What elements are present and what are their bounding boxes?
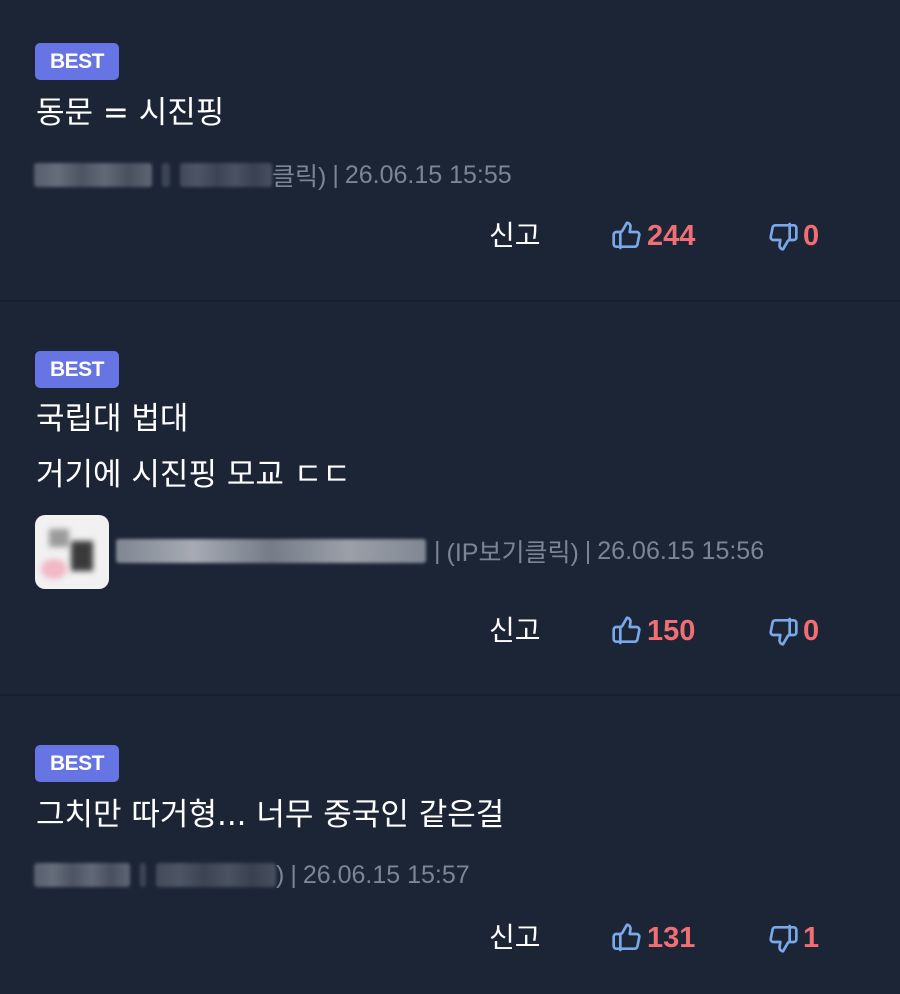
comment-meta: ) | 26.06.15 15:57 [34, 860, 470, 890]
timestamp: 26.06.15 15:56 [597, 536, 765, 565]
comment-meta: 클릭) | 26.06.15 15:55 [34, 157, 512, 193]
best-badge: BEST [35, 745, 119, 782]
blur-separator [162, 163, 170, 187]
author-nickname-blurred[interactable] [34, 863, 130, 887]
downvote-count: 1 [803, 921, 820, 954]
thumbs-up-icon [612, 221, 641, 250]
comment-actions: 신고 131 1 [0, 918, 900, 958]
upvote-count: 131 [647, 921, 696, 954]
ip-blurred[interactable] [180, 163, 272, 187]
upvote-count: 150 [647, 614, 696, 647]
comment-actions: 신고 150 0 [0, 611, 900, 651]
report-button[interactable]: 신고 [489, 611, 541, 651]
meta-separator: | [434, 536, 441, 565]
comment-item: BEST 동문 = 시진핑 클릭) | 26.06.15 15:55 신고 24… [0, 0, 900, 300]
comment-item: BEST 국립대 법대 거기에 시진핑 모교 ㄷㄷ | (IP보기클릭) | 2… [0, 302, 900, 694]
upvote-button[interactable]: 150 [611, 611, 695, 651]
thumbs-down-icon [769, 617, 798, 646]
comment-text-line: 국립대 법대 [36, 401, 189, 437]
thumbs-up-icon [612, 616, 641, 645]
report-button[interactable]: 신고 [489, 918, 541, 958]
upvote-button[interactable]: 244 [611, 216, 695, 256]
avatar[interactable] [35, 515, 109, 589]
thumbs-down-icon [769, 222, 798, 251]
downvote-count: 0 [803, 614, 820, 647]
downvote-button[interactable]: 1 [767, 918, 819, 958]
best-badge: BEST [35, 43, 119, 80]
meta-separator: | [290, 860, 297, 889]
timestamp: 26.06.15 15:57 [302, 860, 470, 889]
author-nickname-blurred[interactable] [116, 539, 426, 563]
downvote-button[interactable]: 0 [767, 216, 819, 256]
comment-meta: | (IP보기클릭) | 26.06.15 15:56 [116, 533, 765, 569]
best-badge: BEST [35, 351, 119, 388]
ip-partial-text[interactable]: ) [276, 861, 284, 890]
downvote-button[interactable]: 0 [767, 611, 819, 651]
comment-item: BEST 그치만 따거형... 너무 중국인 같은걸 ) | 26.06.15 … [0, 696, 900, 994]
timestamp: 26.06.15 15:55 [344, 160, 512, 189]
upvote-count: 244 [647, 219, 696, 252]
thumbs-up-icon [612, 923, 641, 952]
ip-partial-text[interactable]: 클릭) [272, 157, 326, 193]
blur-separator [140, 863, 146, 887]
ip-blurred[interactable] [156, 863, 276, 887]
thumbs-down-icon [769, 924, 798, 953]
report-button[interactable]: 신고 [489, 216, 541, 256]
upvote-button[interactable]: 131 [611, 918, 695, 958]
comment-text-line: 거기에 시진핑 모교 ㄷㄷ [36, 457, 351, 493]
downvote-count: 0 [803, 219, 820, 252]
comment-actions: 신고 244 0 [0, 216, 900, 256]
author-nickname-blurred[interactable] [34, 163, 152, 187]
meta-separator: | [584, 536, 592, 565]
comment-text-line: 동문 = 시진핑 [36, 95, 225, 131]
ip-view-link[interactable]: (IP보기클릭) [447, 533, 579, 569]
comment-text-line: 그치만 따거형... 너무 중국인 같은걸 [36, 797, 505, 833]
meta-separator: | [332, 160, 339, 189]
